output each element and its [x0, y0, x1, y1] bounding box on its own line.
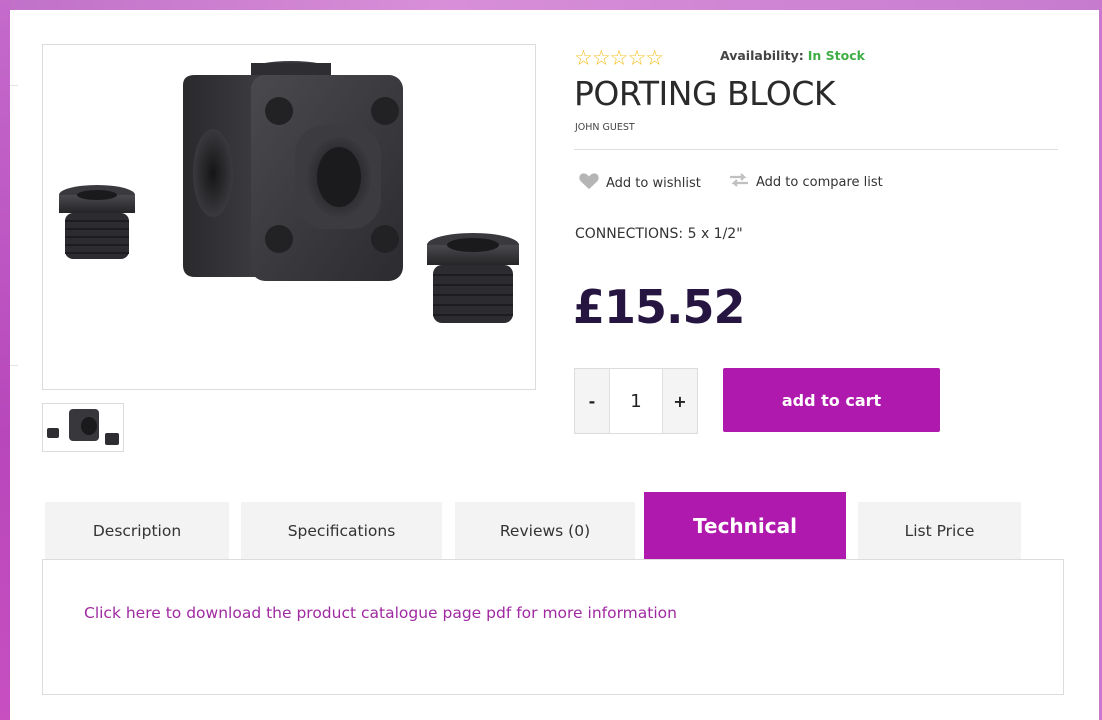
tab-reviews[interactable]: Reviews (0): [455, 502, 635, 559]
divider: [10, 85, 18, 86]
rating-stars[interactable]: ☆☆☆☆☆: [574, 46, 664, 70]
add-to-wishlist-link[interactable]: Add to wishlist: [578, 172, 701, 194]
tab-label: Technical: [693, 514, 797, 538]
product-thumbnail[interactable]: [42, 403, 124, 452]
stock-status: In Stock: [807, 48, 865, 63]
qty-increase-button[interactable]: +: [663, 369, 697, 433]
availability-label: Availability:: [720, 48, 804, 63]
tab-list-price[interactable]: List Price: [858, 502, 1021, 559]
divider: [10, 365, 18, 366]
compare-arrows-icon: [728, 172, 750, 192]
qty-input[interactable]: 1: [609, 369, 663, 433]
thumbnail-image: [47, 409, 119, 445]
divider: [574, 149, 1058, 150]
product-price: £15.52: [573, 280, 746, 334]
tab-panel-technical: Click here to download the product catal…: [42, 559, 1064, 695]
page-border-top: [0, 0, 1102, 10]
product-brand: JOHN GUEST: [575, 122, 635, 133]
qty-decrease-button[interactable]: -: [575, 369, 609, 433]
product-main-image[interactable]: [42, 44, 536, 390]
tab-label: Reviews (0): [499, 521, 591, 540]
connections-spec: CONNECTIONS: 5 x 1/2": [575, 226, 743, 242]
tab-label: Specifications: [287, 521, 396, 540]
tab-label: Description: [92, 521, 182, 540]
availability: Availability: In Stock: [720, 48, 865, 63]
product-title: PORTING BLOCK: [574, 74, 836, 113]
add-to-cart-button[interactable]: add to cart: [723, 368, 940, 432]
tab-technical[interactable]: Technical: [644, 492, 846, 559]
tab-specifications[interactable]: Specifications: [241, 502, 442, 559]
tab-description[interactable]: Description: [45, 502, 229, 559]
tab-label: List Price: [904, 521, 975, 540]
compare-label: Add to compare list: [756, 174, 883, 190]
wishlist-label: Add to wishlist: [606, 175, 701, 191]
porting-block-image: [59, 61, 519, 323]
quantity-stepper: - 1 +: [574, 368, 698, 434]
heart-icon: [578, 172, 600, 194]
add-to-compare-link[interactable]: Add to compare list: [728, 172, 883, 192]
catalogue-pdf-link[interactable]: Click here to download the product catal…: [84, 604, 677, 622]
page-border-left: [0, 0, 10, 720]
